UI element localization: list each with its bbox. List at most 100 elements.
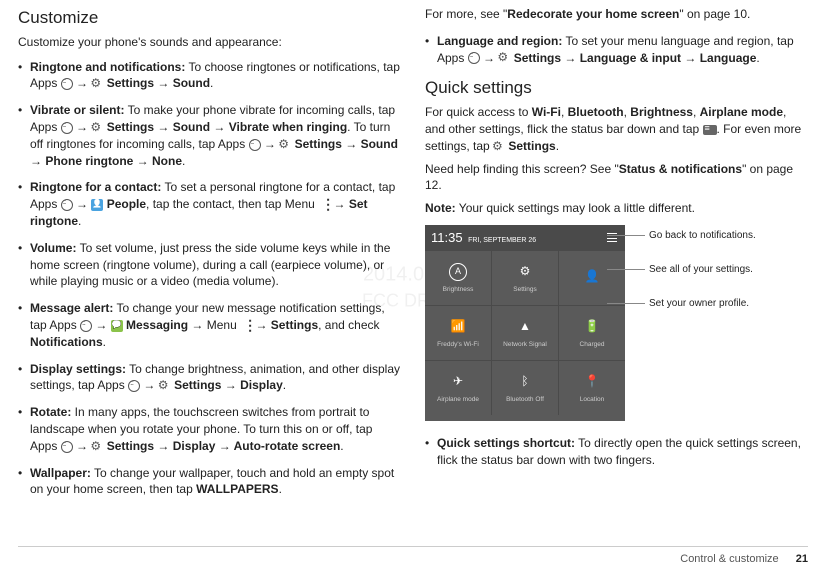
- tile-location[interactable]: 📍 Location: [559, 361, 625, 415]
- item-lead: Ringtone and notifications:: [30, 60, 185, 74]
- apps-icon: [61, 199, 73, 211]
- gear-icon: [91, 441, 103, 453]
- customize-intro: Customize your phone's sounds and appear…: [18, 34, 401, 51]
- callout-all-settings: See all of your settings.: [635, 263, 808, 277]
- path: Settings → Display → Auto-rotate screen: [103, 439, 340, 453]
- for-more: For more, see "Redecorate your home scre…: [425, 6, 808, 23]
- tile-network[interactable]: ▲ Network Signal: [492, 306, 558, 360]
- arrow: →: [73, 76, 92, 90]
- callout-notifications: Go back to notifications.: [635, 229, 808, 243]
- item-lead: Quick settings shortcut:: [437, 436, 575, 450]
- tile-label: Brightness: [443, 285, 474, 294]
- item-text: , tap the contact, then tap Menu: [146, 197, 318, 211]
- quick-settings-heading: Quick settings: [425, 76, 808, 100]
- text: ,: [561, 105, 568, 119]
- tile-wifi[interactable]: 📶Freddy's Wi-Fi: [425, 306, 491, 360]
- period: .: [103, 335, 106, 349]
- text: " on page 10.: [679, 7, 750, 21]
- apps-icon: [61, 441, 73, 453]
- period: .: [340, 439, 343, 453]
- text: .: [556, 139, 559, 153]
- path: Settings → Sound → Vibrate when ringing: [103, 120, 347, 134]
- item-vibrate-silent: Vibrate or silent: To make your phone vi…: [18, 102, 401, 169]
- period: .: [279, 482, 282, 496]
- qs-time: 11:35: [431, 230, 463, 245]
- tile-label: Network Signal: [503, 340, 547, 349]
- tile-label: Location: [580, 395, 605, 404]
- settings: Settings: [505, 139, 556, 153]
- text: For quick access to: [425, 105, 532, 119]
- tile-label: Charged: [580, 340, 605, 349]
- wifi-icon: 📶: [449, 318, 467, 336]
- menu-icon: [240, 320, 252, 332]
- item-qs-shortcut: Quick settings shortcut: To directly ope…: [425, 435, 808, 469]
- qs-date: FRI, SEPTEMBER 26: [468, 237, 536, 244]
- item-lead: Display settings:: [30, 362, 126, 376]
- item-message-alert: Message alert: To change your new messag…: [18, 300, 401, 350]
- gear-icon: [159, 380, 171, 392]
- apps-icon: [128, 380, 140, 392]
- arrow: →: [140, 378, 159, 392]
- wifi: Wi-Fi: [532, 105, 561, 119]
- tile-settings[interactable]: ⚙ Settings: [492, 251, 558, 305]
- apps-icon: [468, 52, 480, 64]
- item-lead: Vibrate or silent:: [30, 103, 124, 117]
- gear-icon: [91, 122, 103, 134]
- path: Settings → Display: [171, 378, 283, 392]
- apps-icon: [249, 139, 261, 151]
- text: For more, see ": [425, 7, 507, 21]
- note-text: Your quick settings may look a little di…: [456, 201, 695, 215]
- item-text: To set volume, just press the side volum…: [30, 241, 390, 289]
- left-column: Customize Customize your phone's sounds …: [18, 6, 401, 508]
- airplane: Airplane mode: [700, 105, 783, 119]
- messaging-icon: [111, 320, 123, 332]
- menu-icon: [318, 199, 330, 211]
- settings-button-icon: [703, 125, 717, 135]
- tile-brightness[interactable]: A Brightness: [425, 251, 491, 305]
- qs-statusbar: 11:35 FRI, SEPTEMBER 26: [425, 225, 625, 251]
- settings-icon: ⚙: [516, 263, 534, 281]
- item-lead: Wallpaper:: [30, 466, 91, 480]
- item-rotate: Rotate: In many apps, the touchscreen sw…: [18, 404, 401, 454]
- brightness: Brightness: [630, 105, 693, 119]
- location-icon: 📍: [583, 373, 601, 391]
- battery-icon: 🔋: [583, 318, 601, 336]
- period: .: [182, 154, 185, 168]
- signal-icon: ▲: [516, 318, 534, 336]
- item-language-region: Language and region: To set your menu la…: [425, 33, 808, 67]
- apps-icon: [61, 78, 73, 90]
- item-lead: Message alert:: [30, 301, 113, 315]
- text: ,: [693, 105, 700, 119]
- tile-airplane[interactable]: ✈Airplane mode: [425, 361, 491, 415]
- link-status: Status & notifications: [619, 162, 742, 176]
- apps-icon: [61, 122, 73, 134]
- quick-settings-screenshot: 11:35 FRI, SEPTEMBER 26 A Brightness ⚙ Set…: [425, 225, 625, 421]
- tile-battery[interactable]: 🔋 Charged: [559, 306, 625, 360]
- path: Messaging: [123, 318, 188, 332]
- tile-label: Settings: [513, 285, 537, 294]
- item-display-settings: Display settings: To change brightness, …: [18, 361, 401, 395]
- footer-divider: [18, 546, 808, 547]
- link-redecorate: Redecorate your home screen: [507, 7, 679, 21]
- page-footer: Control & customize 21: [680, 552, 808, 567]
- qs-tile-grid: ABrightness ⚙Settings 👤 📶Freddy's Wi-Fi …: [425, 251, 625, 415]
- qs-para1: For quick access to Wi-Fi, Bluetooth, Br…: [425, 104, 808, 154]
- bluetooth: Bluetooth: [568, 105, 624, 119]
- footer-section: Control & customize: [680, 553, 778, 565]
- tile-label: Bluetooth Off: [506, 395, 544, 404]
- airplane-icon: ✈: [449, 373, 467, 391]
- gear-icon: [279, 139, 291, 151]
- path: Settings: [271, 318, 318, 332]
- tile-owner[interactable]: 👤: [559, 251, 625, 305]
- callout-owner-profile: Set your owner profile.: [635, 297, 808, 311]
- arrow: →: [92, 318, 111, 332]
- period: .: [283, 378, 286, 392]
- gear-icon: [493, 141, 505, 153]
- tile-bluetooth[interactable]: ᛒBluetooth Off: [492, 361, 558, 415]
- item-volume: Volume: To set volume, just press the si…: [18, 240, 401, 290]
- brightness-icon: A: [449, 263, 467, 281]
- right-column: For more, see "Redecorate your home scre…: [425, 6, 808, 508]
- item-ringtone-notifications: Ringtone and notifications: To choose ri…: [18, 59, 401, 93]
- path: WALLPAPERS: [196, 482, 278, 496]
- item-lead: Volume:: [30, 241, 76, 255]
